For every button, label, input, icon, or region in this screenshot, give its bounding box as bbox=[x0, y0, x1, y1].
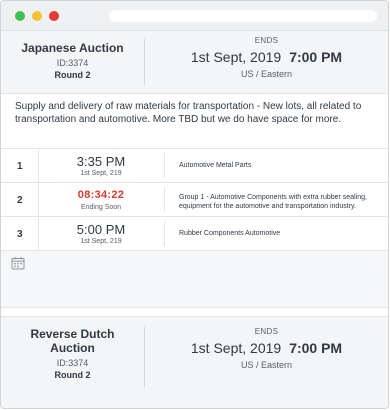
address-bar[interactable] bbox=[109, 10, 377, 22]
lot-countdown: 08:34:22 bbox=[77, 189, 125, 201]
auction-title: Reverse Dutch Auction bbox=[30, 327, 115, 355]
column-divider bbox=[164, 153, 165, 178]
ends-datetime: 1st Sept, 2019 7:00 PM bbox=[145, 340, 388, 356]
column-divider bbox=[164, 187, 165, 212]
ends-date: 1st Sept, 2019 bbox=[190, 340, 282, 356]
lot-time: 3:35 PM 1st Sept, 219 bbox=[38, 154, 164, 177]
ends-time: 7:00 PM bbox=[289, 49, 343, 65]
auction-round: Round 2 bbox=[54, 370, 91, 380]
maximize-button[interactable] bbox=[15, 11, 25, 21]
lot-time-sub: Ending Soon bbox=[80, 204, 122, 211]
ends-time: 7:00 PM bbox=[289, 340, 343, 356]
auction-description: Supply and delivery of raw materials for… bbox=[1, 94, 388, 149]
auction-round: Round 2 bbox=[54, 70, 91, 80]
lot-time-sub: 1st Sept, 219 bbox=[80, 170, 122, 177]
auction-info: Reverse Dutch Auction ID:3374 Round 2 bbox=[1, 327, 144, 380]
window-titlebar bbox=[1, 1, 388, 31]
browser-window: Japanese Auction ID:3374 Round 2 ENDS 1s… bbox=[0, 0, 389, 409]
lot-description: Group 1 - Automotive Components with ext… bbox=[179, 194, 367, 210]
lot-time: 5:00 PM 1st Sept, 219 bbox=[38, 222, 164, 245]
lot-row[interactable]: 2 08:34:22 Ending Soon Group 1 - Automot… bbox=[1, 183, 388, 217]
ends-date: 1st Sept, 2019 bbox=[190, 49, 282, 65]
lot-time-sub: 1st Sept, 219 bbox=[80, 238, 122, 245]
spacer bbox=[1, 308, 388, 316]
lot-number: 3 bbox=[17, 229, 23, 240]
auction-id: ID:3374 bbox=[56, 358, 89, 368]
calendar-panel bbox=[1, 251, 388, 308]
lot-number: 2 bbox=[17, 195, 23, 206]
minimize-button[interactable] bbox=[32, 11, 42, 21]
lot-time-value: 5:00 PM bbox=[76, 222, 126, 237]
ends-timezone: US / Eastern bbox=[240, 69, 293, 79]
ends-label: ENDS bbox=[254, 36, 279, 45]
auction-title: Japanese Auction bbox=[21, 41, 124, 55]
auction-info: Japanese Auction ID:3374 Round 2 bbox=[1, 41, 144, 80]
lot-row[interactable]: 3 5:00 PM 1st Sept, 219 Rubber Component… bbox=[1, 217, 388, 251]
auction-ends: ENDS 1st Sept, 2019 7:00 PM US / Eastern bbox=[145, 327, 388, 370]
ends-timezone: US / Eastern bbox=[240, 360, 293, 370]
ends-label: ENDS bbox=[254, 327, 279, 336]
ends-datetime: 1st Sept, 2019 7:00 PM bbox=[145, 49, 388, 65]
auction-header[interactable]: Reverse Dutch Auction ID:3374 Round 2 EN… bbox=[1, 316, 388, 408]
lot-description: Automotive Metal Parts bbox=[179, 162, 252, 169]
lot-number: 1 bbox=[17, 161, 23, 172]
calendar-icon[interactable] bbox=[11, 256, 25, 270]
auction-header[interactable]: Japanese Auction ID:3374 Round 2 ENDS 1s… bbox=[1, 31, 388, 94]
column-divider bbox=[164, 221, 165, 246]
lot-description: Rubber Components Automotive bbox=[179, 230, 281, 237]
lot-time: 08:34:22 Ending Soon bbox=[38, 188, 164, 211]
auction-ends: ENDS 1st Sept, 2019 7:00 PM US / Eastern bbox=[145, 36, 388, 79]
lot-row[interactable]: 1 3:35 PM 1st Sept, 219 Automotive Metal… bbox=[1, 149, 388, 183]
close-button[interactable] bbox=[49, 11, 59, 21]
auction-id: ID:3374 bbox=[56, 58, 89, 68]
lot-time-value: 3:35 PM bbox=[76, 154, 126, 169]
